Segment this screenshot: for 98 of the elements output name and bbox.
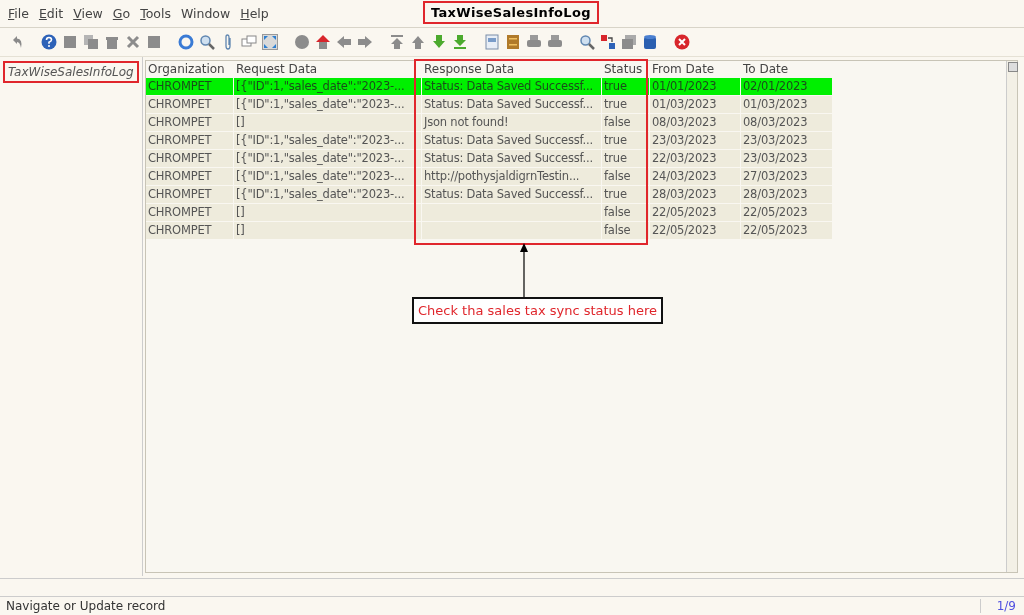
table-cell: 24/03/2023 [650,168,741,185]
table-cell: [{"ID":1,"sales_date":"2023-... [234,78,422,95]
table-cell: CHROMPET [146,186,234,203]
column-header[interactable]: Organization [146,61,234,77]
stack-icon[interactable] [621,34,637,50]
table-cell: 01/03/2023 [650,96,741,113]
table-cell: 01/03/2023 [741,96,833,113]
column-header[interactable]: To Date [741,61,833,77]
record-counter: 1/9 [979,599,1024,613]
bottom-arrow-icon[interactable] [452,34,468,50]
table-cell: Status: Data Saved Successf... [422,78,602,95]
chat-bubbles-icon[interactable] [241,34,257,50]
table-cell: CHROMPET [146,132,234,149]
table-cell: [{"ID":1,"sales_date":"2023-... [234,150,422,167]
table-cell: 01/01/2023 [650,78,741,95]
left-arrow-icon[interactable] [336,34,352,50]
table-cell: Status: Data Saved Successf... [422,186,602,203]
table-cell: true [602,132,650,149]
table-cell: CHROMPET [146,150,234,167]
document-icon[interactable] [484,34,500,50]
table-cell: Status: Data Saved Successf... [422,150,602,167]
table-cell: [] [234,114,422,131]
table-cell: true [602,78,650,95]
status-message: Navigate or Update record [6,599,166,613]
right-arrow-icon[interactable] [357,34,373,50]
printer-icon[interactable] [526,34,542,50]
up-arrow-icon[interactable] [410,34,426,50]
column-header[interactable]: Request Data [234,61,422,77]
table-cell: 27/03/2023 [741,168,833,185]
menu-item[interactable]: Go [112,6,131,21]
column-header[interactable]: Status [602,61,650,77]
down-arrow-icon[interactable] [431,34,447,50]
database-icon[interactable] [642,34,658,50]
table-cell: false [602,222,650,239]
table-cell: Json not found! [422,114,602,131]
table-cell: 22/05/2023 [650,222,741,239]
table-cell: 08/03/2023 [741,114,833,131]
circle-icon[interactable] [294,34,310,50]
table-cell: false [602,114,650,131]
menu-item[interactable]: Tools [140,6,171,21]
table-cell: 23/03/2023 [650,132,741,149]
top-arrow-icon[interactable] [389,34,405,50]
menu-item[interactable]: File [8,6,29,21]
table-cell: 02/01/2023 [741,78,833,95]
table-cell: 22/05/2023 [650,204,741,221]
close-icon[interactable] [674,34,690,50]
table-cell: 28/03/2023 [741,186,833,203]
save-icon[interactable] [146,34,162,50]
table-cell: [] [234,204,422,221]
trash-icon[interactable] [104,34,120,50]
scrollbar[interactable] [1006,61,1017,572]
menu-item[interactable]: View [73,6,103,21]
menu-item[interactable]: Help [240,6,269,21]
table-cell: 22/03/2023 [650,150,741,167]
table-cell: [{"ID":1,"sales_date":"2023-... [234,168,422,185]
table-cell: Status: Data Saved Successf... [422,132,602,149]
help-icon[interactable] [41,34,57,50]
table-cell: 22/05/2023 [741,222,833,239]
table-cell: CHROMPET [146,204,234,221]
search-icon[interactable] [199,34,215,50]
table-cell: 28/03/2023 [650,186,741,203]
window-title: TaxWiseSalesInfoLog [423,1,599,24]
column-header[interactable]: Response Data [422,61,602,77]
transfer-icon[interactable] [600,34,616,50]
table-cell: [] [234,222,422,239]
table-cell: CHROMPET [146,78,234,95]
table-cell: CHROMPET [146,168,234,185]
table-cell: Status: Data Saved Successf... [422,96,602,113]
table-cell: false [602,168,650,185]
expand-icon[interactable] [262,34,278,50]
zoom-icon[interactable] [579,34,595,50]
table-cell: CHROMPET [146,222,234,239]
table-cell: 08/03/2023 [650,114,741,131]
column-header[interactable]: From Date [650,61,741,77]
menu-item[interactable]: Edit [38,6,64,21]
table-cell: 23/03/2023 [741,132,833,149]
callout-note: Check tha sales tax sync status here [412,297,664,324]
table-cell: CHROMPET [146,96,234,113]
table-cell: true [602,96,650,113]
window-tab[interactable]: TaxWiseSalesInfoLog [3,61,139,83]
table-cell: true [602,186,650,203]
cabinet-icon[interactable] [505,34,521,50]
printer-icon[interactable] [547,34,563,50]
table-cell: true [602,150,650,167]
table-cell: [{"ID":1,"sales_date":"2023-... [234,186,422,203]
menu-item[interactable]: Window [180,6,231,21]
table-cell: 22/05/2023 [741,204,833,221]
square-icon[interactable] [62,34,78,50]
table-cell: [{"ID":1,"sales_date":"2023-... [234,96,422,113]
home-icon[interactable] [315,34,331,50]
table-cell: [{"ID":1,"sales_date":"2023-... [234,132,422,149]
table-cell: false [602,204,650,221]
cross-icon[interactable] [125,34,141,50]
callout-arrow [519,243,529,297]
table-cell: http://pothysjaldigrnTestin... [422,168,602,185]
copy-icon[interactable] [83,34,99,50]
table-cell: 23/03/2023 [741,150,833,167]
table-cell: CHROMPET [146,114,234,131]
